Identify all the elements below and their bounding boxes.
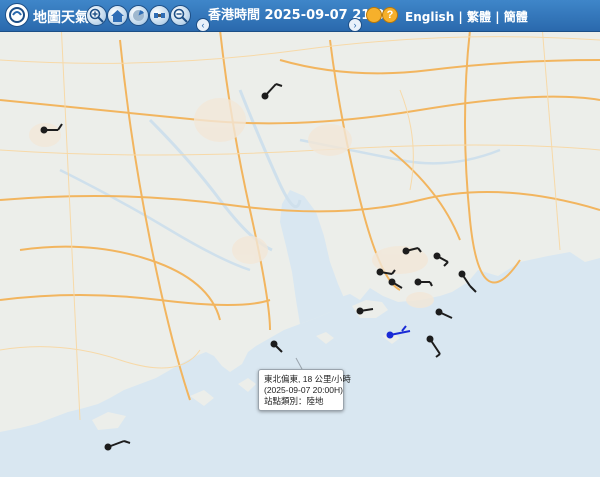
zoom-out-icon[interactable] [170,5,191,26]
lang-simplified-link[interactable]: 簡體 [504,10,528,24]
sun-icon[interactable] [366,7,382,23]
top-toolbar: 地圖天氣 香港時間 2025-09-07 21:00 ‹ › ? English… [0,0,600,32]
wind-reading: 東北偏東, 18 公里/小時 [264,374,351,384]
lang-english-link[interactable]: English [405,10,454,24]
radar-icon[interactable] [128,5,149,26]
satellite-icon[interactable] [149,5,170,26]
zoom-in-icon[interactable] [86,5,107,26]
lang-separator: | [491,10,504,24]
station-info-popup: 東北偏東, 18 公里/小時 (2025-09-07 20:00H) 站點類別：… [258,369,351,411]
station-type: 站點類別：陸地 [264,396,324,406]
home-icon[interactable] [107,5,128,26]
app-title: 地圖天氣 [33,10,89,26]
logo-icon [5,3,29,27]
lang-separator: | [454,10,467,24]
prev-time-button[interactable]: ‹ [196,18,210,32]
next-time-button[interactable]: › [348,18,362,32]
observation-time: (2025-09-07 20:00H) [264,385,343,395]
help-icon[interactable]: ? [382,7,398,23]
lang-traditional-link[interactable]: 繁體 [467,10,491,24]
time-control: 香港時間 2025-09-07 21:00 ‹ › [196,3,394,32]
language-switcher: English | 繁體 | 簡體 [405,8,528,25]
